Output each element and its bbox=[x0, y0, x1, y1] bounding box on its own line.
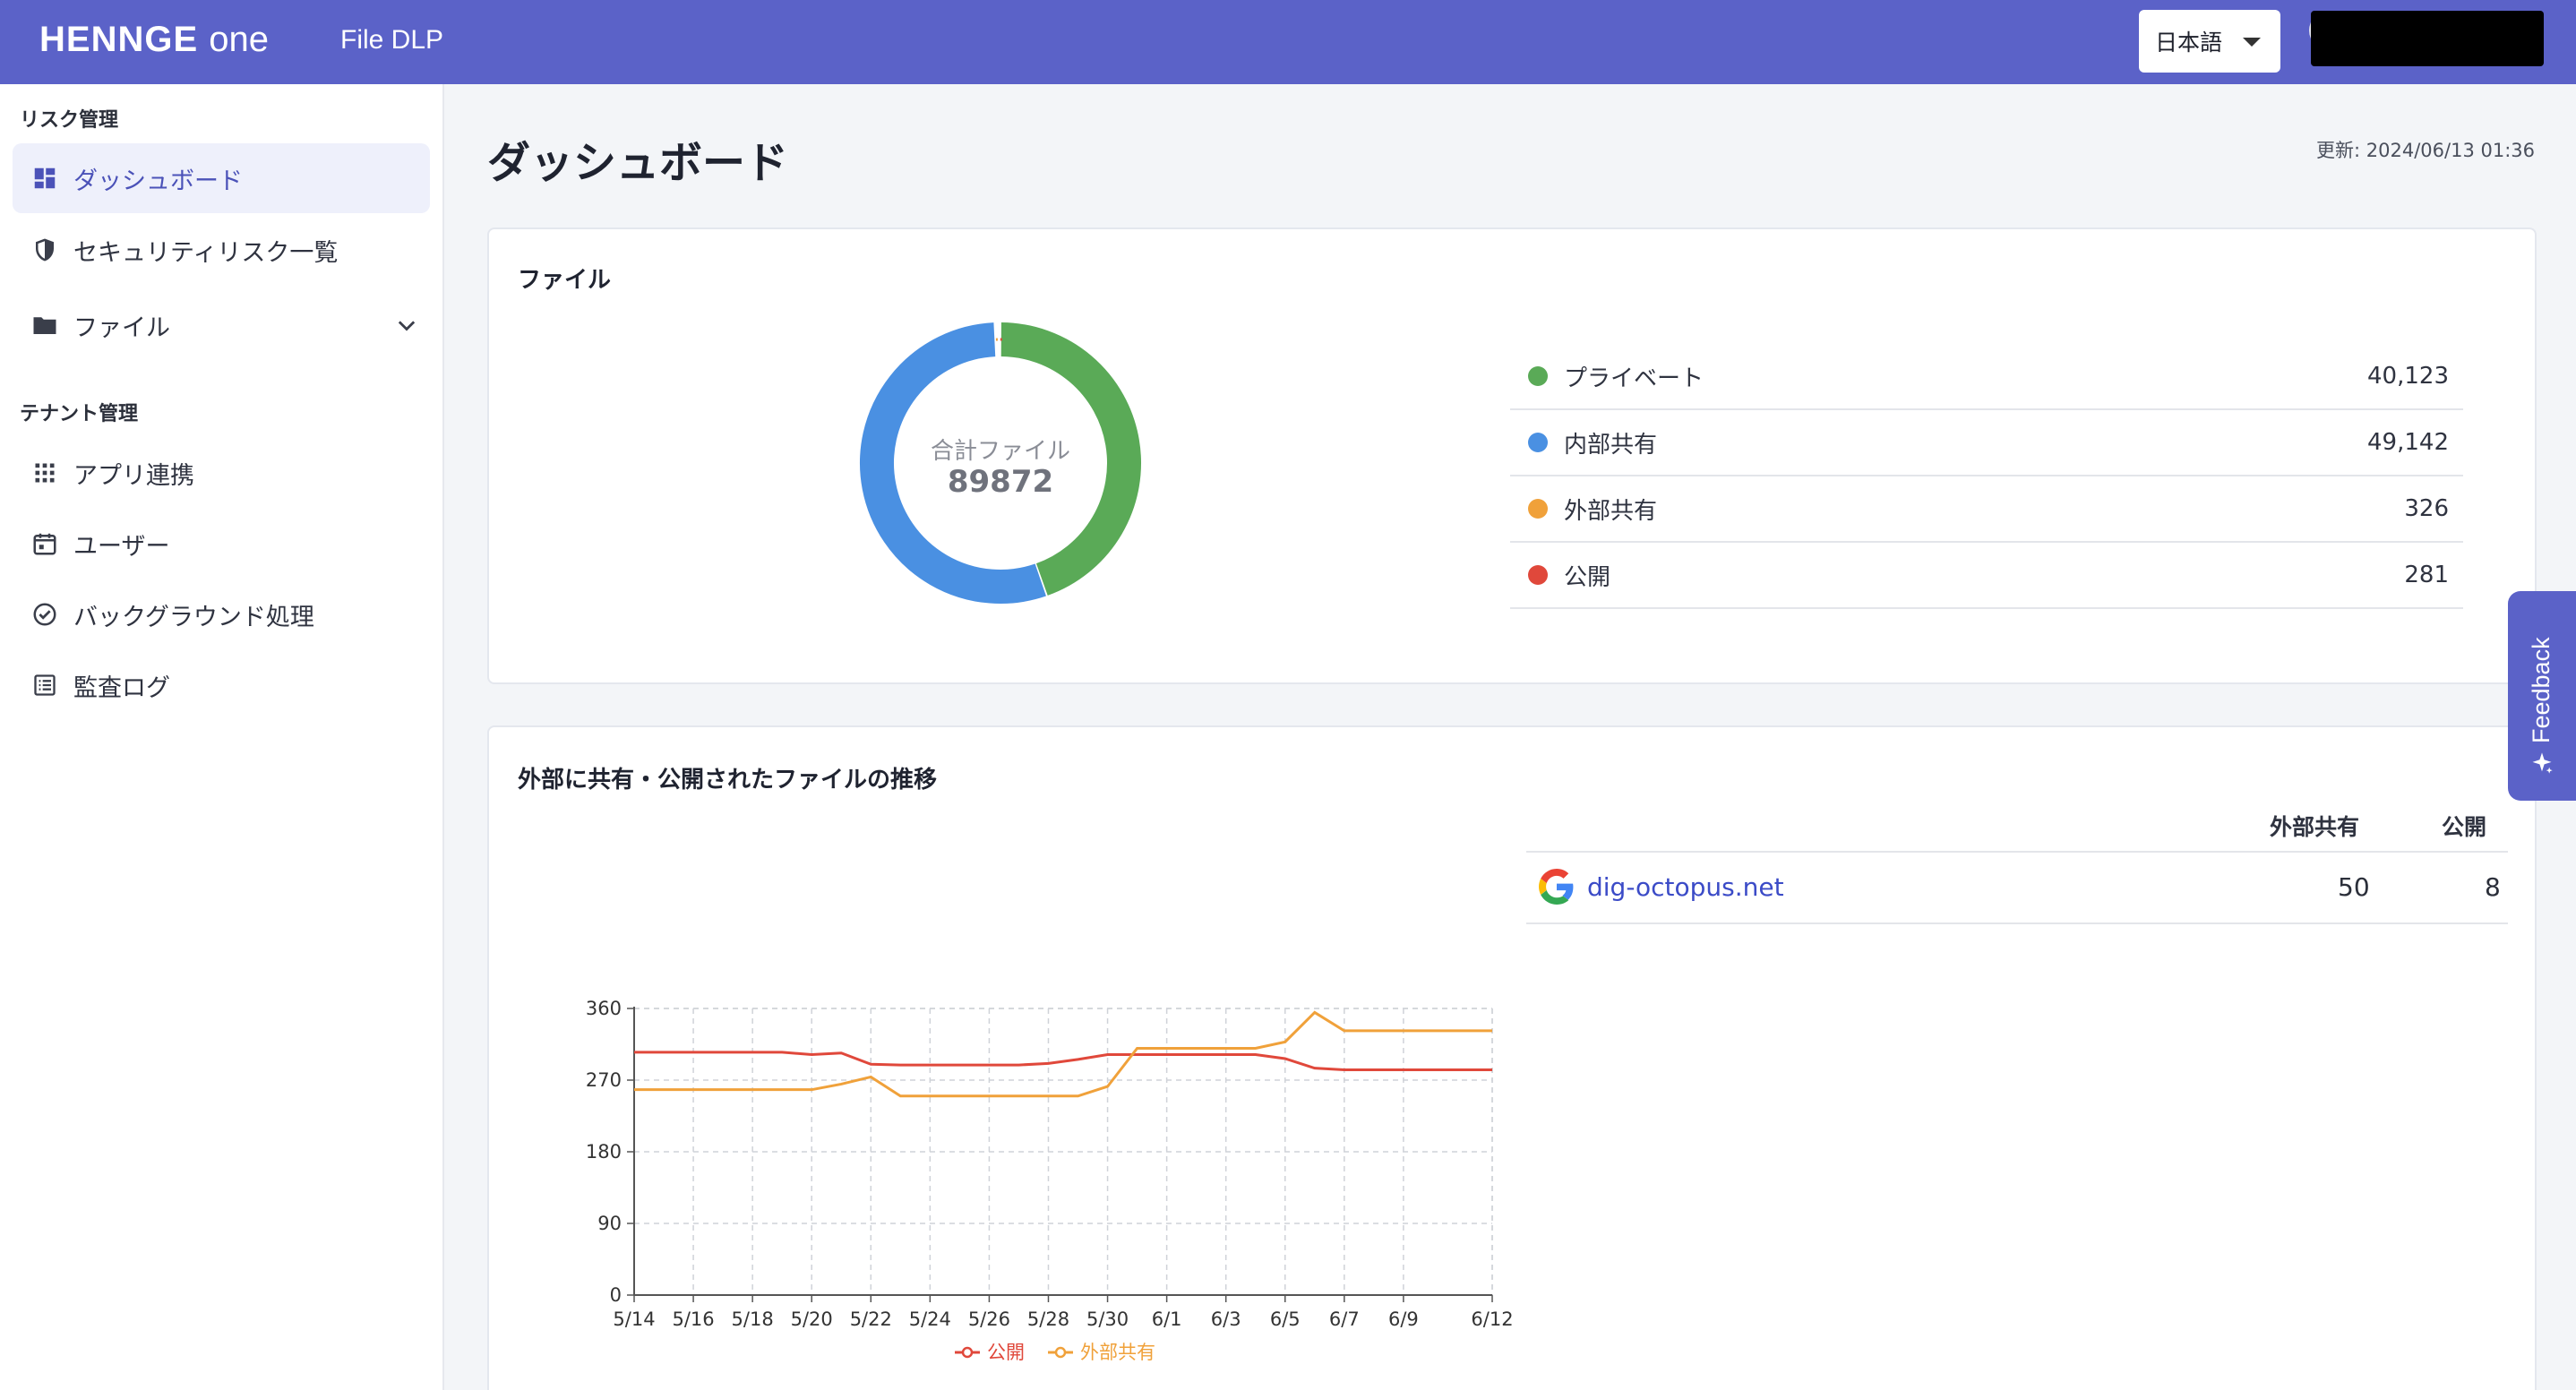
apps-grid-icon bbox=[29, 457, 61, 489]
table-row: dig-octopus.net 50 8 bbox=[1526, 851, 2508, 924]
legend-row-public: 公開 281 bbox=[1510, 543, 2463, 609]
y-tick-label: 0 bbox=[610, 1284, 622, 1306]
x-tick-label: 5/26 bbox=[968, 1308, 1010, 1330]
y-tick-label: 90 bbox=[597, 1213, 622, 1234]
language-select-value: 日本語 bbox=[2155, 30, 2223, 56]
trend-card: 外部に共有・公開されたファイルの推移 0 90 180 270 360 5/14 5/16 5… bbox=[487, 725, 2537, 1390]
chevron-down-icon[interactable] bbox=[394, 313, 419, 345]
henngeone-logo[interactable]: HENNGE One bbox=[39, 20, 269, 60]
page-title: ダッシュボード bbox=[487, 138, 789, 188]
sidebar-item-users[interactable]: ユーザー bbox=[13, 509, 430, 579]
donut-center-total: 89872 bbox=[948, 464, 1053, 500]
donut-center-label: 合計ファイル bbox=[931, 438, 1070, 465]
x-tick-label: 5/14 bbox=[613, 1308, 655, 1330]
sidebar-item-label: ダッシュボード bbox=[73, 167, 243, 195]
x-tick-label: 5/16 bbox=[672, 1308, 714, 1330]
sidebar-item-label: アプリ連携 bbox=[73, 461, 194, 490]
trend-card-title: 外部に共有・公開されたファイルの推移 bbox=[518, 767, 938, 794]
last-updated: 更新: 2024/06/13 01:36 bbox=[2316, 140, 2535, 161]
legend-label: 外部共有 bbox=[1564, 497, 1658, 525]
folder-icon bbox=[29, 309, 61, 341]
sidebar-item-files[interactable]: ファイル bbox=[13, 290, 430, 360]
external-count: 50 bbox=[2338, 872, 2370, 902]
legend-series-label[interactable]: 外部共有 bbox=[1080, 1342, 1155, 1363]
y-tick-label: 360 bbox=[586, 998, 622, 1019]
legend-swatch-marker bbox=[961, 1346, 974, 1359]
x-tick-label: 5/20 bbox=[791, 1308, 833, 1330]
feedback-label: Feedback bbox=[2528, 637, 2555, 743]
legend-value: 281 bbox=[2404, 562, 2449, 588]
series-line-1[interactable] bbox=[634, 1010, 1492, 1098]
trend-line-chart: 0 90 180 270 360 5/14 5/16 5/18 5/20 5/22 5/24 5/26… bbox=[586, 998, 1514, 1363]
dashboard-icon bbox=[29, 162, 61, 194]
legend-label: 公開 bbox=[1564, 563, 1611, 591]
legend-value: 49,142 bbox=[2367, 429, 2449, 456]
x-tick-label: 6/3 bbox=[1211, 1308, 1241, 1330]
legend-series-label[interactable]: 公開 bbox=[987, 1342, 1025, 1363]
public-count: 8 bbox=[2485, 872, 2501, 902]
legend-label: 内部共有 bbox=[1564, 431, 1658, 459]
col-header-public: 公開 bbox=[2442, 814, 2487, 840]
x-tick-label: 6/12 bbox=[1471, 1308, 1513, 1330]
app-name: File DLP bbox=[340, 25, 444, 55]
calendar-user-icon bbox=[29, 528, 61, 560]
check-circle-icon bbox=[29, 598, 61, 631]
list-icon bbox=[29, 669, 61, 701]
sidebar-item-app-integration[interactable]: アプリ連携 bbox=[13, 438, 430, 508]
legend-value: 40,123 bbox=[2367, 363, 2449, 390]
legend-row-external: 外部共有 326 bbox=[1510, 476, 2463, 543]
legend-swatch-marker bbox=[1054, 1346, 1067, 1359]
files-card-title: ファイル bbox=[518, 267, 612, 294]
legend-row-internal: 内部共有 49,142 bbox=[1510, 410, 2463, 476]
sidebar: リスク管理 ダッシュボード セキュリティリスク一覧 ファイル テナント管理 アプ… bbox=[0, 84, 444, 1390]
y-tick-label: 270 bbox=[586, 1069, 622, 1091]
feedback-tab[interactable]: Feedback bbox=[2508, 591, 2576, 801]
legend-label: プライベート bbox=[1564, 365, 1704, 392]
sidebar-item-background-jobs[interactable]: バックグラウンド処理 bbox=[13, 579, 430, 649]
sidebar-section-tenant: テナント管理 bbox=[20, 403, 139, 425]
user-menu-redacted[interactable] bbox=[2311, 11, 2544, 66]
sidebar-item-label: バックグラウンド処理 bbox=[73, 603, 314, 631]
x-tick-label: 5/18 bbox=[732, 1308, 774, 1330]
x-tick-label: 6/5 bbox=[1270, 1308, 1301, 1330]
x-tick-label: 5/22 bbox=[850, 1308, 892, 1330]
x-tick-label: 6/7 bbox=[1329, 1308, 1360, 1330]
x-tick-label: 6/9 bbox=[1388, 1308, 1419, 1330]
legend-dot-external bbox=[1528, 499, 1548, 519]
caret-down-icon bbox=[2243, 38, 2261, 47]
x-tick-label: 5/24 bbox=[909, 1308, 951, 1330]
y-tick-label: 180 bbox=[586, 1141, 622, 1163]
legend-dot-private bbox=[1528, 366, 1548, 386]
shield-icon bbox=[29, 234, 61, 266]
files-donut-chart: 合計ファイル 89872 bbox=[860, 322, 1141, 604]
legend-dot-internal bbox=[1528, 433, 1548, 452]
series-line-0[interactable] bbox=[634, 1051, 1492, 1071]
col-header-external: 外部共有 bbox=[2270, 814, 2360, 840]
legend-row-private: プライベート 40,123 bbox=[1510, 344, 2463, 410]
google-icon bbox=[1539, 869, 1575, 911]
sparkle-icon bbox=[2529, 751, 2555, 779]
sidebar-item-security-risks[interactable]: セキュリティリスク一覧 bbox=[13, 215, 430, 285]
x-tick-label: 5/28 bbox=[1027, 1308, 1069, 1330]
sidebar-section-risk: リスク管理 bbox=[20, 109, 119, 132]
x-tick-label: 6/1 bbox=[1152, 1308, 1182, 1330]
language-select[interactable]: 日本語 bbox=[2139, 10, 2280, 73]
x-tick-label: 5/30 bbox=[1086, 1308, 1129, 1330]
sidebar-item-label: ユーザー bbox=[73, 532, 170, 561]
top-header: HENNGE One File DLP 日本語 bbox=[0, 0, 2576, 84]
sidebar-item-label: ファイル bbox=[73, 313, 170, 342]
legend-value: 326 bbox=[2404, 495, 2449, 522]
sidebar-item-dashboard[interactable]: ダッシュボード bbox=[13, 143, 430, 213]
sidebar-item-label: セキュリティリスク一覧 bbox=[73, 238, 339, 267]
domain-link[interactable]: dig-octopus.net bbox=[1587, 872, 1784, 902]
sidebar-item-label: 監査ログ bbox=[73, 674, 170, 702]
legend-dot-public bbox=[1528, 565, 1548, 585]
sidebar-item-audit-log[interactable]: 監査ログ bbox=[13, 650, 430, 720]
